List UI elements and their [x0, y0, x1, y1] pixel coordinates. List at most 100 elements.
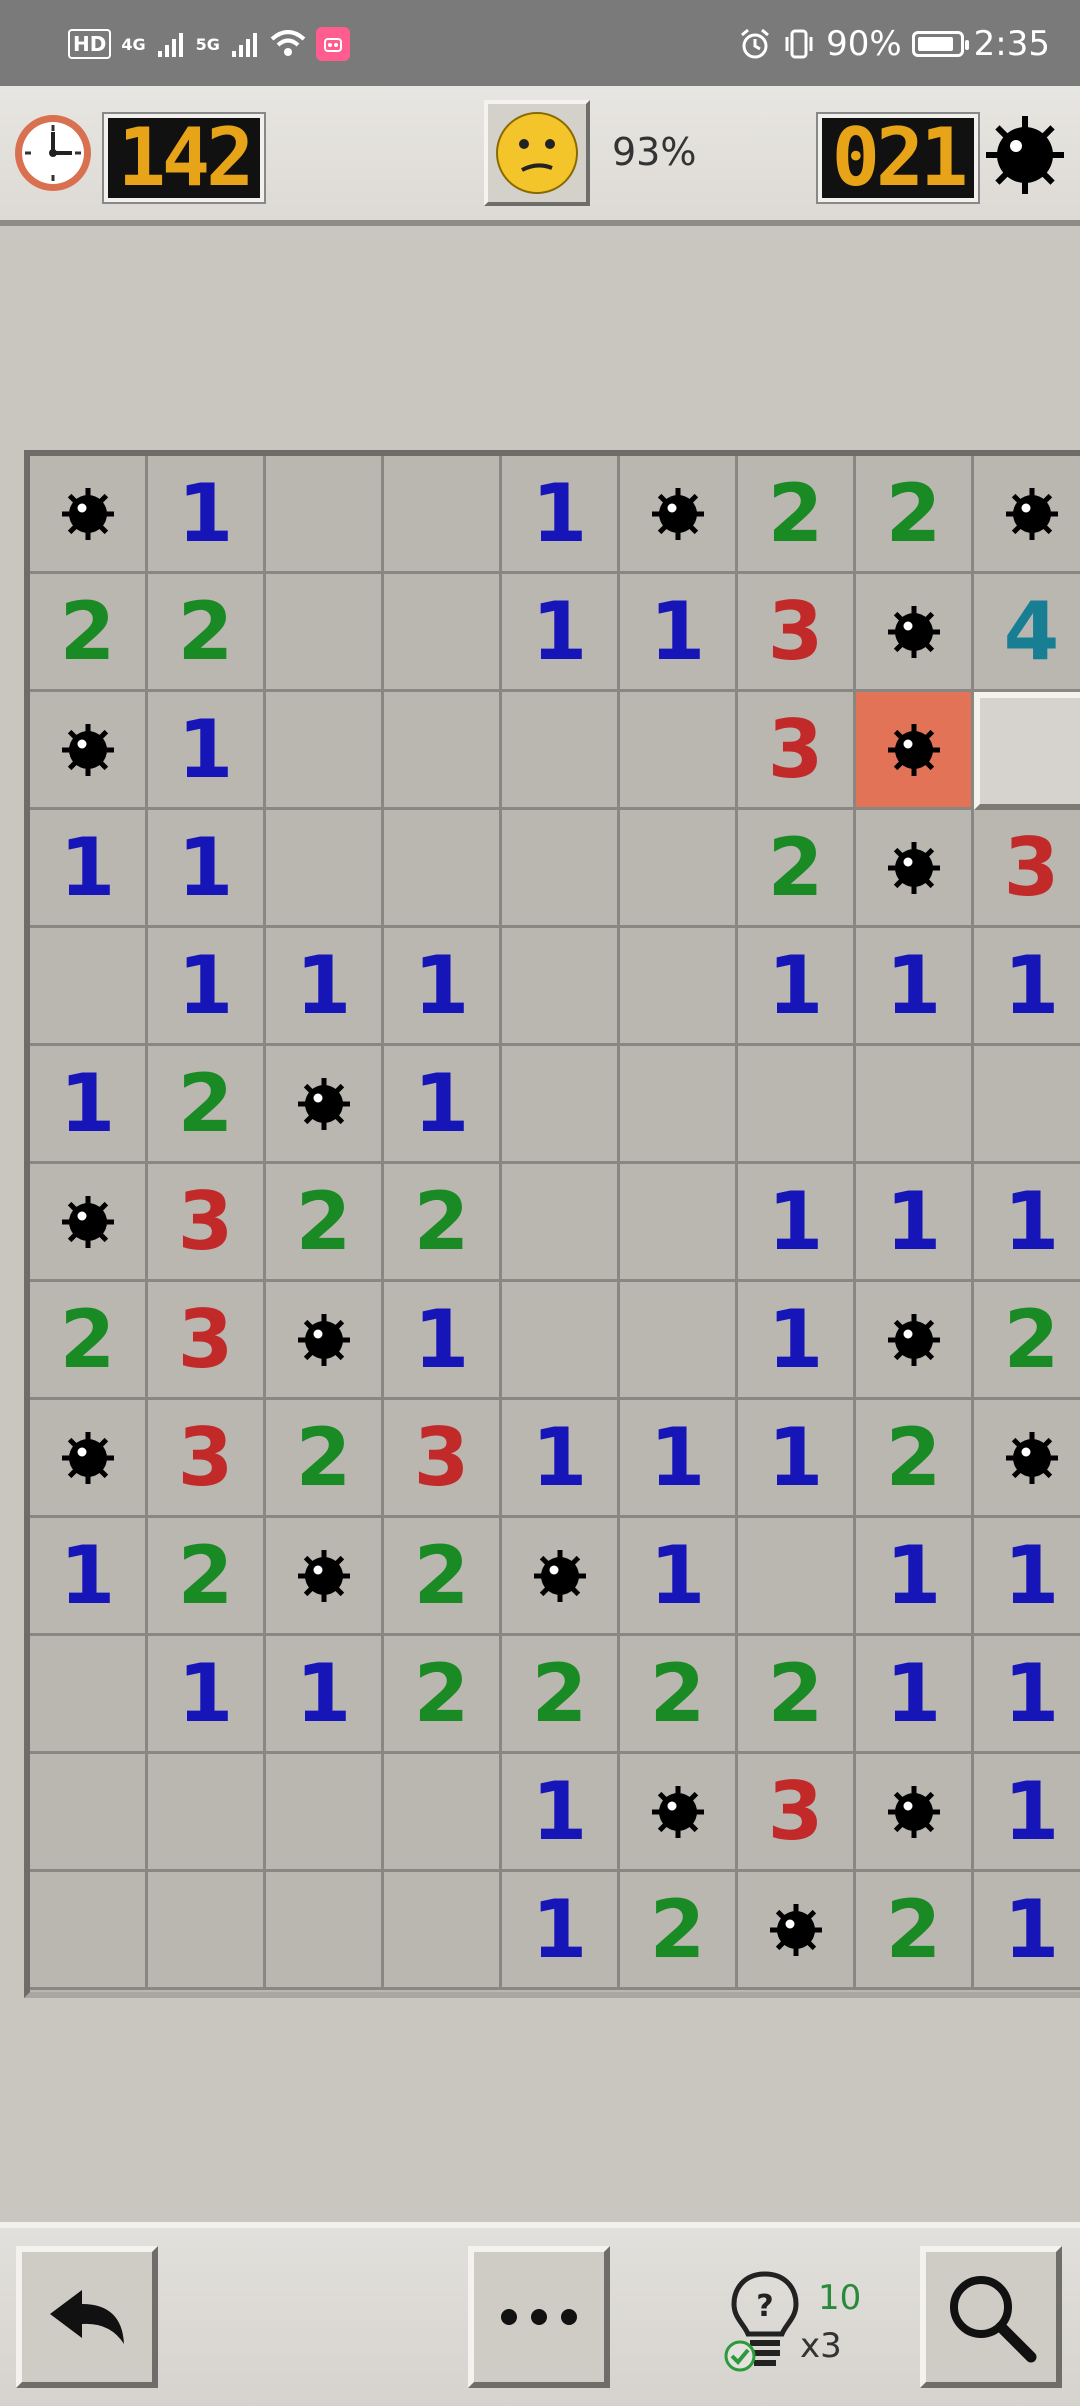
cell-empty[interactable] — [384, 1872, 502, 1990]
more-options-button[interactable] — [468, 2246, 610, 2388]
cell-number[interactable]: 1 — [30, 1046, 148, 1164]
cell-empty[interactable] — [30, 1636, 148, 1754]
cell-number[interactable]: 2 — [384, 1636, 502, 1754]
cell-number[interactable]: 1 — [738, 1282, 856, 1400]
cell-empty[interactable] — [502, 1164, 620, 1282]
cell-empty[interactable] — [266, 1754, 384, 1872]
cell-number[interactable]: 1 — [974, 1754, 1080, 1872]
cell-empty[interactable] — [620, 1164, 738, 1282]
cell-mine[interactable] — [502, 1518, 620, 1636]
cell-exploded-mine[interactable] — [856, 692, 974, 810]
cell-number[interactable]: 1 — [502, 1872, 620, 1990]
cell-number[interactable]: 4 — [974, 574, 1080, 692]
cell-number[interactable]: 1 — [974, 1636, 1080, 1754]
cell-number[interactable]: 1 — [30, 810, 148, 928]
cell-number[interactable]: 2 — [384, 1518, 502, 1636]
cell-empty[interactable] — [384, 456, 502, 574]
cell-number[interactable]: 2 — [620, 1872, 738, 1990]
cell-number[interactable]: 1 — [266, 928, 384, 1046]
cell-number[interactable]: 1 — [148, 456, 266, 574]
cell-empty[interactable] — [148, 1872, 266, 1990]
cell-number[interactable]: 2 — [856, 1872, 974, 1990]
cell-number[interactable]: 3 — [384, 1400, 502, 1518]
cell-number[interactable]: 1 — [30, 1518, 148, 1636]
cell-empty[interactable] — [266, 1872, 384, 1990]
cell-number[interactable]: 3 — [738, 692, 856, 810]
zoom-button[interactable] — [920, 2246, 1062, 2388]
cell-number[interactable]: 1 — [502, 456, 620, 574]
cell-empty[interactable] — [620, 692, 738, 810]
cell-mine[interactable] — [30, 692, 148, 810]
cell-number[interactable]: 1 — [620, 1518, 738, 1636]
cell-empty[interactable] — [384, 692, 502, 810]
cell-empty[interactable] — [384, 574, 502, 692]
cell-number[interactable]: 3 — [738, 1754, 856, 1872]
cell-mine[interactable] — [856, 810, 974, 928]
cell-number[interactable]: 1 — [384, 1282, 502, 1400]
cell-number[interactable]: 1 — [384, 928, 502, 1046]
cell-empty[interactable] — [620, 1282, 738, 1400]
cell-empty[interactable] — [502, 692, 620, 810]
cell-number[interactable]: 2 — [384, 1164, 502, 1282]
cell-empty[interactable] — [384, 810, 502, 928]
cell-empty[interactable] — [266, 810, 384, 928]
cell-empty[interactable] — [620, 1046, 738, 1164]
cell-number[interactable]: 1 — [738, 928, 856, 1046]
cell-number[interactable]: 2 — [738, 456, 856, 574]
cell-number[interactable]: 1 — [620, 1400, 738, 1518]
cell-mine[interactable] — [856, 574, 974, 692]
cell-mine[interactable] — [266, 1518, 384, 1636]
cell-number[interactable]: 3 — [974, 810, 1080, 928]
cell-empty[interactable] — [738, 1046, 856, 1164]
cell-mine[interactable] — [974, 456, 1080, 574]
cell-empty[interactable] — [502, 1046, 620, 1164]
cell-empty[interactable] — [384, 1754, 502, 1872]
cell-number[interactable]: 2 — [148, 1046, 266, 1164]
cell-number[interactable]: 3 — [738, 574, 856, 692]
cell-empty[interactable] — [502, 810, 620, 928]
cell-number[interactable]: 1 — [148, 928, 266, 1046]
cell-number[interactable]: 1 — [620, 574, 738, 692]
undo-button[interactable] — [16, 2246, 158, 2388]
cell-number[interactable]: 1 — [148, 810, 266, 928]
cell-mine[interactable] — [30, 456, 148, 574]
cell-empty[interactable] — [266, 574, 384, 692]
cell-empty[interactable] — [266, 692, 384, 810]
cell-mine[interactable] — [620, 1754, 738, 1872]
cell-empty[interactable] — [266, 456, 384, 574]
cell-number[interactable]: 2 — [148, 574, 266, 692]
cell-mine[interactable] — [30, 1164, 148, 1282]
cell-number[interactable]: 2 — [502, 1636, 620, 1754]
cell-number[interactable]: 1 — [502, 1400, 620, 1518]
cell-number[interactable]: 1 — [738, 1164, 856, 1282]
cell-mine[interactable] — [856, 1754, 974, 1872]
cell-empty[interactable] — [620, 928, 738, 1046]
cell-number[interactable]: 2 — [856, 1400, 974, 1518]
cell-empty[interactable] — [502, 928, 620, 1046]
cell-number[interactable]: 3 — [148, 1282, 266, 1400]
cell-number[interactable]: 1 — [738, 1400, 856, 1518]
cell-mine[interactable] — [30, 1400, 148, 1518]
cell-number[interactable]: 2 — [620, 1636, 738, 1754]
cell-mine[interactable] — [266, 1282, 384, 1400]
hint-button[interactable]: ? 10 x3 — [720, 2268, 890, 2388]
cell-empty[interactable] — [620, 810, 738, 928]
cell-number[interactable]: 1 — [856, 1164, 974, 1282]
cell-empty[interactable] — [738, 1518, 856, 1636]
cell-number[interactable]: 1 — [384, 1046, 502, 1164]
cell-number[interactable]: 2 — [974, 1282, 1080, 1400]
cell-number[interactable]: 1 — [502, 1754, 620, 1872]
cell-number[interactable]: 1 — [856, 1636, 974, 1754]
cell-empty[interactable] — [974, 1046, 1080, 1164]
cell-number[interactable]: 1 — [974, 1164, 1080, 1282]
cell-number[interactable]: 1 — [502, 574, 620, 692]
cell-empty[interactable] — [30, 928, 148, 1046]
cell-number[interactable]: 2 — [30, 574, 148, 692]
cell-mine[interactable] — [856, 1282, 974, 1400]
cell-empty[interactable] — [856, 1046, 974, 1164]
cell-mine[interactable] — [620, 456, 738, 574]
new-game-smiley-button[interactable] — [484, 100, 590, 206]
cell-number[interactable]: 2 — [266, 1164, 384, 1282]
cell-number[interactable]: 2 — [738, 810, 856, 928]
cell-number[interactable]: 1 — [974, 1872, 1080, 1990]
